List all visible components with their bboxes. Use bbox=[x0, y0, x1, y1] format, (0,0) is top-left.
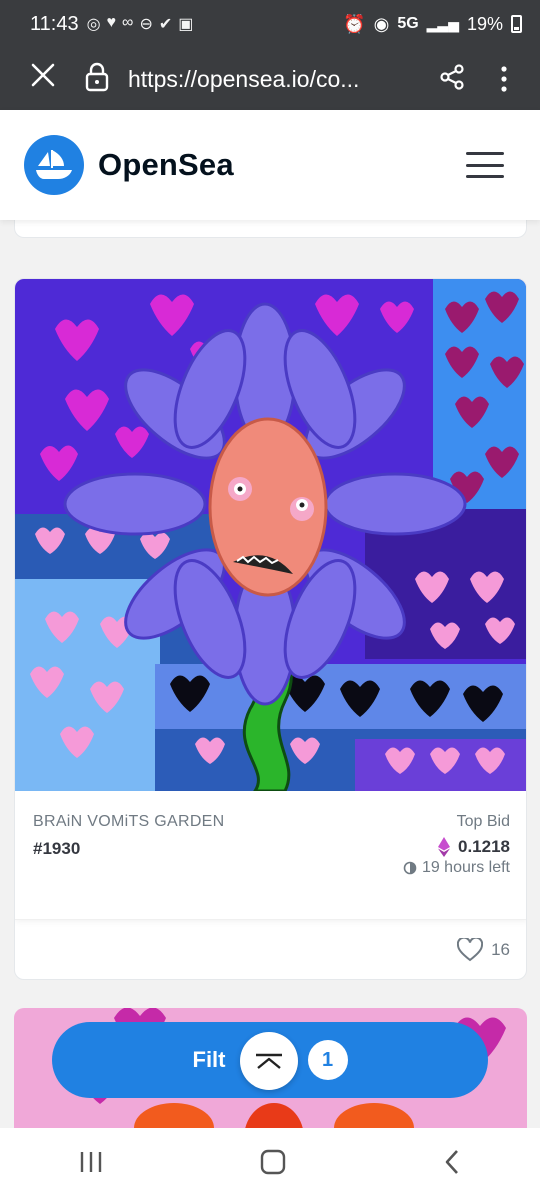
url-field[interactable]: https://opensea.io/co... bbox=[128, 66, 430, 93]
chevron-up-icon bbox=[256, 1053, 282, 1069]
brand-name[interactable]: OpenSea bbox=[98, 147, 234, 183]
nft-artwork-image[interactable] bbox=[15, 279, 527, 791]
nft-card[interactable]: BRAiN VOMiTS GARDEN #1930 Top Bid 0.1218… bbox=[14, 278, 527, 980]
collection-name[interactable]: BRAiN VOMiTS GARDEN bbox=[33, 813, 225, 831]
time-left-text: 19 hours left bbox=[421, 859, 510, 876]
home-icon[interactable] bbox=[259, 1148, 287, 1181]
scroll-to-top-button[interactable] bbox=[240, 1032, 298, 1090]
back-icon[interactable] bbox=[442, 1148, 462, 1181]
like-button[interactable]: 16 bbox=[457, 938, 510, 962]
ethereum-icon bbox=[438, 837, 450, 857]
battery-icon bbox=[511, 15, 522, 33]
clock: 11:43 bbox=[30, 12, 79, 35]
location-icon: ◉ bbox=[373, 13, 390, 34]
whatsapp-icon: ◎ bbox=[86, 16, 101, 33]
menu-icon[interactable] bbox=[466, 152, 504, 178]
status-bar: 11:43 ◎ ♥ ∞ ⊖ ✔ ▣ ⏰ ◉ 5G ▂▃▅ 19% bbox=[0, 0, 540, 48]
like-count: 16 bbox=[491, 940, 510, 959]
notification-icons: ◎ ♥ ∞ ⊖ ✔ ▣ bbox=[87, 14, 194, 34]
system-nav-bar bbox=[0, 1128, 540, 1200]
filter-label: Filt bbox=[192, 1047, 226, 1072]
filter-count-badge: 1 bbox=[307, 1040, 348, 1080]
more-options-icon[interactable] bbox=[486, 65, 522, 93]
token-id: #1930 bbox=[33, 839, 81, 858]
heart-icon[interactable] bbox=[457, 938, 484, 962]
browser-toolbar: https://opensea.io/co... bbox=[0, 48, 540, 110]
network-label: 5G bbox=[397, 15, 419, 32]
site-header: OpenSea bbox=[0, 110, 540, 220]
price-display: 0.1218 bbox=[438, 837, 510, 857]
nft-info: BRAiN VOMiTS GARDEN #1930 Top Bid 0.1218… bbox=[15, 791, 526, 919]
recent-apps-icon[interactable] bbox=[78, 1150, 104, 1179]
alarm-icon: ⏰ bbox=[343, 13, 366, 34]
lock-icon[interactable] bbox=[84, 62, 120, 97]
card-footer: 16 bbox=[15, 919, 526, 979]
top-bid-label: Top Bid bbox=[456, 813, 510, 830]
signal-icon: ▂▃▅ bbox=[426, 15, 459, 32]
price-value: 0.1218 bbox=[458, 837, 510, 856]
twitter-icon: ♥ bbox=[106, 14, 117, 31]
clock-icon bbox=[403, 861, 417, 875]
time-left: 19 hours left bbox=[403, 859, 510, 877]
voicemail-icon: ∞ bbox=[122, 14, 134, 31]
image-icon: ▣ bbox=[178, 16, 194, 33]
battery-percent: 19% bbox=[466, 13, 503, 34]
dnd-icon: ⊖ bbox=[139, 16, 153, 33]
share-icon[interactable] bbox=[438, 63, 474, 96]
close-tab-icon[interactable] bbox=[30, 62, 66, 96]
opensea-logo-icon[interactable] bbox=[24, 135, 84, 195]
check-icon: ✔ bbox=[158, 16, 173, 33]
